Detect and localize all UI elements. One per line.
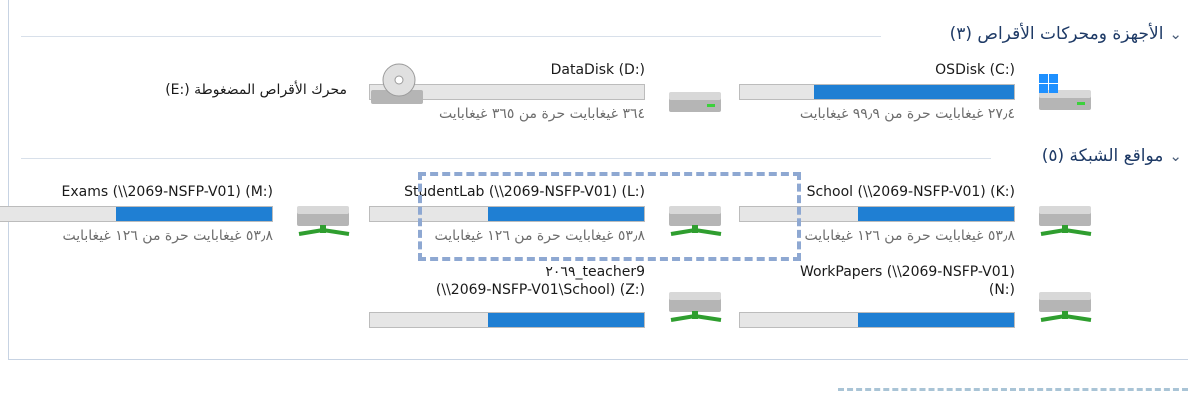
network-drive-icon: [1039, 206, 1092, 236]
devices-group-header[interactable]: ⌄ الأجهزة ومحركات الأقراص (٣): [950, 24, 1182, 44]
network-group-header[interactable]: ⌄ مواقع الشبكة (٥): [1042, 146, 1182, 166]
drive-m-free-space: ٥٣٫٨ غيغابايت حرة من ١٢٦ غيغابايت: [62, 228, 273, 244]
dvd-drive-icon: [371, 63, 423, 104]
drive-z-name-line1: ٢٠٦٩_teacher9: [545, 264, 645, 280]
drive-d[interactable]: DataDisk (D:) ٣٦٤ غيغابايت حرة من ٣٦٥ غي…: [369, 58, 727, 122]
network-drive-icon: [1039, 292, 1092, 322]
chevron-down-icon[interactable]: ⌄: [1169, 147, 1182, 165]
drive-c[interactable]: OSDisk (C:) ٢٧٫٤ غيغابايت حرة من ٩٩٫٩ غي…: [739, 58, 1097, 122]
drive-c-usage-bar: [739, 84, 1015, 100]
drive-z[interactable]: ٢٠٦٩_teacher9 (\\2069-NSFP-V01\School) (…: [369, 260, 727, 328]
drive-z-name-line2: (\\2069-NSFP-V01\School) (Z:): [435, 282, 645, 298]
hard-drive-icon: [669, 92, 721, 112]
network-group-title: مواقع الشبكة (٥): [1041, 146, 1164, 166]
drive-e[interactable]: (E:) محرك الأقراص المضغوطة: [135, 58, 429, 120]
drive-m[interactable]: Exams (\\2069-NSFP-V01) (M:) ٥٣٫٨ غيغابا…: [0, 180, 355, 244]
devices-group-divider: [21, 36, 881, 37]
drive-n-name-line1: WorkPapers (\\2069-NSFP-V01): [799, 264, 1015, 280]
network-group-divider: [21, 158, 991, 159]
drive-m-name: Exams (\\2069-NSFP-V01) (M:): [61, 184, 273, 200]
drive-n-usage-bar: [739, 312, 1015, 328]
devices-group-title: الأجهزة ومحركات الأقراص (٣): [949, 24, 1164, 44]
drive-k[interactable]: School (\\2069-NSFP-V01) (K:) ٥٣٫٨ غيغاب…: [739, 180, 1097, 244]
drive-m-usage-bar: [0, 206, 273, 222]
drive-n[interactable]: WorkPapers (\\2069-NSFP-V01) (N:): [739, 260, 1097, 328]
usage-bar-fill: [487, 313, 644, 327]
drive-e-name: (E:) محرك الأقراص المضغوطة: [165, 82, 347, 98]
drive-n-name-line2: (N:): [988, 282, 1015, 298]
network-drive-icon: [669, 292, 722, 322]
drive-c-free-space: ٢٧٫٤ غيغابايت حرة من ٩٩٫٩ غيغابايت: [799, 106, 1015, 122]
usage-bar-fill: [115, 207, 272, 221]
usage-bar-fill: [813, 85, 1014, 99]
drive-z-usage-bar: [369, 312, 645, 328]
drive-c-name: OSDisk (C:): [935, 62, 1015, 78]
dashed-divider: [838, 388, 1188, 391]
usage-bar-fill: [857, 313, 1014, 327]
chevron-down-icon[interactable]: ⌄: [1169, 25, 1182, 43]
windows-drive-icon: [1039, 74, 1091, 110]
network-drive-icon: [297, 206, 350, 236]
usage-bar-fill: [857, 207, 1014, 221]
focus-highlight: [418, 172, 801, 261]
